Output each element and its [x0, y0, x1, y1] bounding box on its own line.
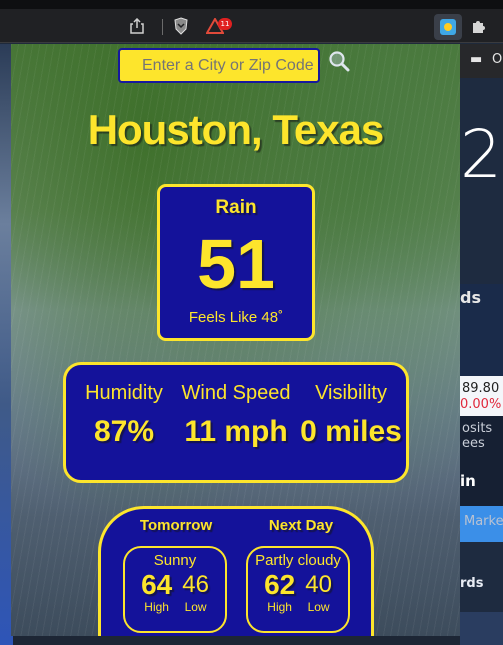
forecast-high-label: High — [267, 600, 292, 614]
visibility-stat: Visibility 0 miles — [293, 382, 409, 449]
toolbar-separator — [162, 19, 163, 35]
forecast-day-2: Next Day — [268, 517, 334, 534]
background-price: 89.80 — [462, 381, 500, 396]
wind-value: 11 mph — [184, 415, 288, 448]
background-markets-link[interactable]: Marke — [464, 514, 503, 529]
forecast-high-label: High — [144, 600, 169, 614]
weather-popup: Houston, Texas Rain 51 Feels Like 48˚ Hu… — [11, 44, 460, 636]
puzzle-icon[interactable] — [468, 15, 490, 37]
forecast-low: 46 — [182, 571, 209, 598]
forecast-box-1: Sunny 64 High 46 Low — [123, 546, 227, 633]
humidity-label: Humidity — [85, 382, 163, 404]
current-conditions-card: Rain 51 Feels Like 48˚ — [157, 184, 315, 341]
background-big-number: 2 — [460, 116, 502, 193]
humidity-stat: Humidity 87% — [66, 382, 182, 449]
forecast-low: 40 — [305, 571, 332, 598]
forecast-condition: Partly cloudy — [255, 552, 341, 569]
humidity-value: 87% — [93, 415, 155, 448]
forecast-low-label: Low — [307, 600, 330, 614]
forecast-day-1: Tomorrow — [139, 517, 213, 534]
wind-label: Wind Speed — [181, 382, 291, 404]
weather-extension-button[interactable] — [434, 14, 462, 40]
background-cards-link[interactable]: rds — [460, 576, 483, 591]
tab-strip — [0, 0, 503, 9]
city-search-input[interactable] — [118, 48, 320, 83]
forecast-condition: Sunny — [153, 552, 197, 569]
forecast-high: 64 — [141, 569, 173, 600]
forecast-low-label: Low — [184, 600, 207, 614]
background-button-label[interactable]: in — [460, 472, 476, 490]
brave-shield-icon[interactable] — [170, 15, 192, 37]
current-temperature: 51 — [197, 225, 275, 303]
location-title: Houston, Texas — [87, 106, 385, 153]
magnifier-icon[interactable] — [326, 50, 352, 80]
stats-card: Humidity 87% Wind Speed 11 mph Visibilit… — [63, 362, 409, 483]
background-footer-strip — [460, 612, 503, 645]
wind-stat: Wind Speed 11 mph — [178, 382, 294, 449]
folder-icon[interactable]: ▬ — [470, 52, 482, 67]
forecast-card: Tomorrow Next Day Sunny 64 High 46 Low P… — [98, 506, 374, 636]
current-condition: Rain — [215, 197, 257, 218]
feels-like: Feels Like 48˚ — [188, 309, 284, 326]
background-deposits-line2: ees — [462, 436, 485, 451]
forecast-box-2: Partly cloudy 62 High 40 Low — [246, 546, 350, 633]
background-card-title: ds — [460, 288, 481, 307]
browser-toolbar: 11 — [0, 0, 503, 43]
visibility-value: 0 miles — [300, 415, 402, 448]
rewards-badge: 11 — [218, 18, 232, 30]
visibility-label: Visibility — [315, 382, 387, 404]
weather-extension-icon — [440, 19, 456, 35]
bookmark-folder-label[interactable]: O — [492, 52, 502, 67]
background-deposits-line1: osits — [462, 421, 493, 436]
background-change: 0.00% — [460, 397, 502, 412]
share-icon[interactable] — [126, 15, 148, 37]
forecast-high: 62 — [264, 569, 296, 600]
